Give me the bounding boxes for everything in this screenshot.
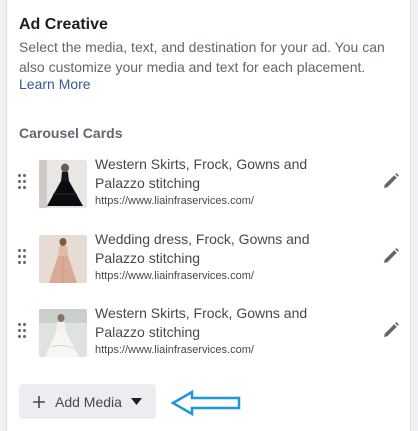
drag-handle-icon[interactable] [18, 249, 28, 265]
section-title: Ad Creative [19, 16, 108, 33]
card-title: Wedding dress, Frock, Gowns and Palazzo … [95, 231, 310, 266]
card-thumbnail [39, 309, 87, 357]
add-media-button[interactable]: Add Media [19, 384, 156, 419]
card-url: https://www.liainfraservices.com/ [95, 270, 254, 282]
carousel-card-3[interactable]: Western Skirts, Frock, Gowns and Palazzo… [7, 304, 412, 370]
ad-creative-panel: Ad Creative Select the media, text, and … [6, 0, 411, 431]
card-title: Western Skirts, Frock, Gowns and Palazzo… [95, 156, 308, 191]
carousel-card-1[interactable]: Western Skirts, Frock, Gowns and Palazzo… [7, 155, 412, 221]
add-media-label: Add Media [55, 393, 122, 410]
drag-handle-icon[interactable] [18, 174, 28, 190]
annotation-arrow-icon [170, 390, 241, 416]
plus-icon [33, 395, 45, 408]
pencil-icon[interactable] [382, 247, 400, 265]
caret-down-icon [130, 398, 142, 405]
card-title: Western Skirts, Frock, Gowns and Palazzo… [95, 305, 308, 340]
carousel-card-2[interactable]: Wedding dress, Frock, Gowns and Palazzo … [7, 230, 412, 296]
learn-more-link[interactable]: Learn More [19, 76, 91, 92]
card-thumbnail [39, 160, 87, 208]
card-url: https://www.liainfraservices.com/ [95, 195, 254, 207]
card-url: https://www.liainfraservices.com/ [95, 344, 254, 356]
card-thumbnail [39, 235, 87, 283]
section-description: Select the media, text, and destination … [19, 39, 385, 75]
pencil-icon[interactable] [382, 321, 400, 339]
carousel-cards-label: Carousel Cards [19, 125, 123, 141]
drag-handle-icon[interactable] [18, 323, 28, 339]
pencil-icon[interactable] [382, 172, 400, 190]
